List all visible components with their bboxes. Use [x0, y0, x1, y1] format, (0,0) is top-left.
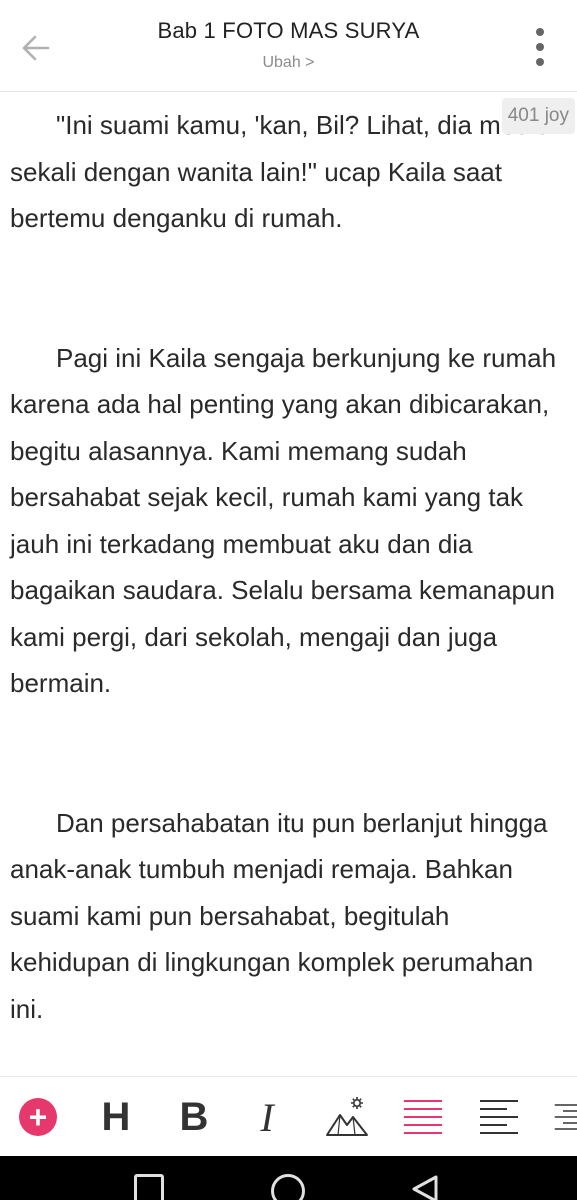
- formatting-toolbar: + H B I: [0, 1076, 577, 1156]
- paragraph: Dan persahabatan itu pun berlanjut hingg…: [10, 807, 548, 1024]
- insert-image-button[interactable]: [324, 1093, 370, 1141]
- chapter-title: Bab 1 FOTO MAS SURYA: [157, 18, 420, 43]
- heading-button[interactable]: H: [96, 1093, 136, 1141]
- align-right-button[interactable]: [554, 1093, 577, 1141]
- arrow-left-icon: [22, 35, 50, 61]
- align-justify-icon: [404, 1100, 442, 1134]
- align-right-icon: [554, 1104, 577, 1130]
- home-icon[interactable]: [271, 1174, 305, 1200]
- align-left-button[interactable]: [478, 1093, 520, 1141]
- more-vertical-icon: [536, 28, 544, 36]
- paragraph: Pagi ini Kaila sengaja berkunjung ke rum…: [10, 342, 557, 699]
- title-block: Bab 1 FOTO MAS SURYA Ubah >: [90, 18, 487, 72]
- recent-apps-icon[interactable]: [134, 1174, 164, 1200]
- italic-button[interactable]: I: [250, 1093, 284, 1141]
- back-button[interactable]: [14, 26, 58, 70]
- system-navigation-bar: [0, 1156, 577, 1200]
- edit-link[interactable]: Ubah >: [262, 54, 314, 72]
- more-options-button[interactable]: [523, 24, 557, 70]
- nav-back-icon[interactable]: [410, 1174, 440, 1200]
- paragraph: "Ini suami kamu, 'kan, Bil? Lihat, dia m…: [10, 110, 552, 233]
- plus-icon: +: [19, 1098, 57, 1136]
- chapter-content[interactable]: "Ini suami kamu, 'kan, Bil? Lihat, dia m…: [10, 102, 572, 1032]
- word-count-badge: 401 joy: [501, 98, 575, 134]
- editor-header: Bab 1 FOTO MAS SURYA Ubah >: [0, 0, 577, 92]
- image-settings-icon: [326, 1097, 368, 1136]
- insert-button[interactable]: +: [18, 1093, 58, 1141]
- align-justify-button[interactable]: [402, 1093, 444, 1141]
- bold-button[interactable]: B: [174, 1093, 214, 1141]
- align-left-icon: [480, 1100, 518, 1134]
